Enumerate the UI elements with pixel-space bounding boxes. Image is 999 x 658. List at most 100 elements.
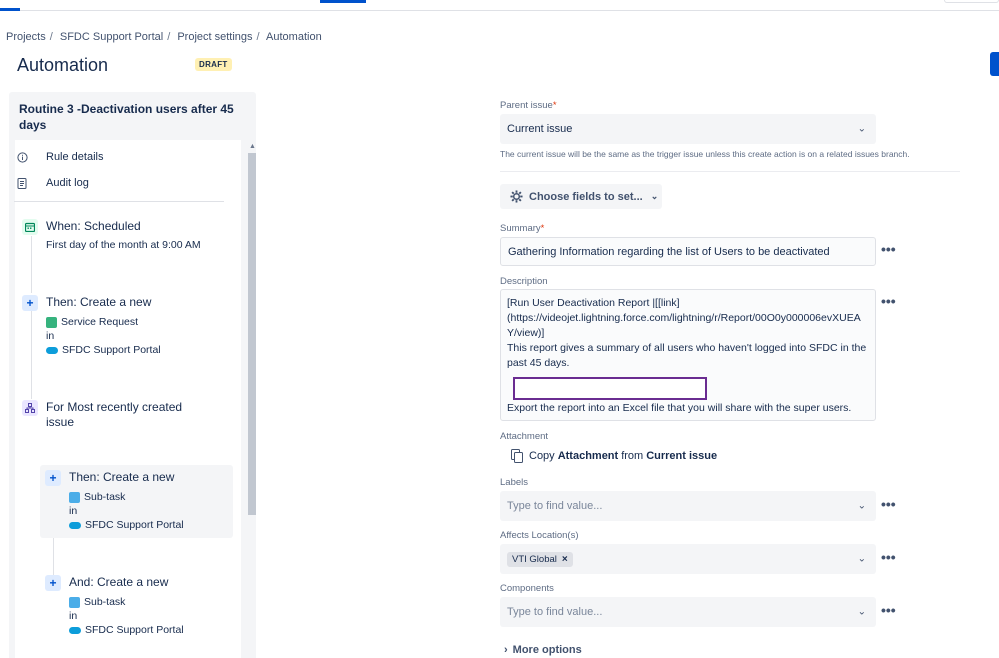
breadcrumb-project-settings[interactable]: Project settings — [177, 31, 252, 43]
components-select[interactable]: Type to find value... ⌄ — [500, 597, 876, 627]
description-label: Description — [500, 276, 548, 287]
nav-tab-indicator-active[interactable] — [320, 0, 366, 3]
nav-corner-button[interactable] — [944, 0, 999, 3]
location-chip-label: VTI Global — [512, 553, 557, 565]
copy-icon — [511, 449, 523, 463]
components-placeholder: Type to find value... — [507, 606, 603, 618]
summary-more-icon[interactable]: ••• — [881, 242, 896, 256]
gear-icon — [510, 190, 523, 203]
project-name: SFDC Support Portal — [62, 344, 161, 356]
rule-title: Routine 3 -Deactivation users after 45 d… — [19, 102, 234, 132]
trigger-step[interactable]: When: Scheduled First day of the month a… — [22, 219, 201, 252]
subtask-icon — [69, 491, 80, 503]
parent-issue-helper: The current issue will be the same as th… — [500, 149, 910, 159]
description-textarea[interactable]: [Run User Deactivation Report |[[link] (… — [500, 289, 876, 421]
section-divider — [500, 171, 960, 172]
issue-type: Sub-task — [84, 596, 126, 608]
breadcrumb-automation[interactable]: Automation — [266, 31, 322, 43]
description-line: Y/view)] — [507, 327, 545, 339]
calendar-icon — [22, 219, 38, 235]
parent-issue-label: Parent issue* — [500, 100, 557, 111]
info-icon — [16, 151, 28, 163]
attachment-from: from — [621, 450, 644, 462]
chevron-right-icon: › — [504, 644, 508, 656]
chevron-down-icon: ⌄ — [650, 191, 659, 201]
create-step-title: Then: Create a new — [46, 295, 152, 309]
issue-type: Service Request — [61, 316, 139, 328]
summary-label: Summary* — [500, 223, 545, 234]
components-more-icon[interactable]: ••• — [881, 603, 896, 617]
salesforce-cloud-icon — [69, 626, 81, 634]
salesforce-cloud-icon — [69, 521, 81, 529]
scrollbar-thumb[interactable] — [248, 153, 256, 515]
branch-step-title: For Most recently created issue — [46, 400, 183, 429]
subtask-icon — [69, 596, 80, 608]
project-name: SFDC Support Portal — [85, 519, 184, 531]
rule-details-item[interactable]: Rule details — [16, 151, 103, 163]
choose-fields-label: Choose fields to set... — [529, 190, 643, 203]
description-line: past 45 days. — [507, 357, 570, 369]
create-issue-step[interactable]: + Then: Create a new Service Request in … — [22, 295, 161, 357]
labels-more-icon[interactable]: ••• — [881, 497, 896, 511]
description-more-icon[interactable]: ••• — [881, 294, 896, 308]
parent-issue-select[interactable]: Current issue ⌄ — [500, 114, 876, 144]
chevron-down-icon: ⌄ — [857, 500, 866, 512]
document-icon — [16, 177, 28, 189]
project-name: SFDC Support Portal — [85, 624, 184, 636]
nav-tab-indicator[interactable] — [0, 8, 20, 11]
in-label: in — [46, 330, 55, 342]
description-line: This report gives a summary of all users… — [507, 342, 867, 354]
create-step-title: And: Create a new — [69, 575, 169, 589]
breadcrumb-projects[interactable]: Projects — [6, 31, 46, 43]
attachment-source: Current issue — [646, 450, 718, 462]
chevron-down-icon: ⌄ — [857, 553, 866, 565]
plus-icon: + — [45, 575, 61, 591]
chevron-down-icon: ⌄ — [857, 606, 866, 618]
audit-log-label: Audit log — [46, 177, 89, 189]
affects-location-more-icon[interactable]: ••• — [881, 550, 896, 564]
description-line: [Run User Deactivation Report |[[link] — [507, 297, 680, 309]
description-line: (https://videojet.lightning.force.com/li… — [507, 312, 861, 324]
create-subtask-step[interactable]: + And: Create a new Sub-task in SFDC Sup… — [45, 575, 184, 637]
plus-icon: + — [45, 470, 61, 486]
create-step-title: Then: Create a new — [69, 470, 175, 484]
remove-chip-icon[interactable]: × — [562, 554, 568, 565]
trigger-step-title: When: Scheduled — [46, 219, 141, 233]
affects-location-label: Affects Location(s) — [500, 530, 579, 541]
audit-log-item[interactable]: Audit log — [16, 177, 89, 189]
components-label: Components — [500, 583, 554, 594]
breadcrumb-project[interactable]: SFDC Support Portal — [60, 31, 163, 43]
more-options-label: More options — [512, 644, 582, 656]
breadcrumb: Projects / SFDC Support Portal / Project s… — [6, 31, 322, 43]
salesforce-cloud-icon — [46, 346, 58, 354]
labels-placeholder: Type to find value... — [507, 500, 603, 512]
issue-type: Sub-task — [84, 491, 126, 503]
menu-divider — [14, 201, 224, 202]
trigger-step-schedule: First day of the month at 9:00 AM — [46, 239, 201, 251]
attachment-copy-option[interactable]: Copy Attachment from Current issue — [511, 449, 720, 463]
choose-fields-button[interactable]: Choose fields to set... ⌄ — [500, 184, 662, 209]
publish-button[interactable] — [990, 52, 999, 76]
location-chip[interactable]: VTI Global × — [507, 551, 573, 567]
affects-location-select[interactable]: VTI Global × ⌄ — [500, 544, 876, 574]
chevron-down-icon: ⌄ — [857, 123, 866, 135]
attachment-prefix: Copy — [529, 450, 555, 462]
labels-select[interactable]: Type to find value... ⌄ — [500, 491, 876, 521]
attachment-label: Attachment — [500, 431, 549, 442]
branch-icon — [22, 400, 38, 416]
scroll-up-icon[interactable]: ▲ — [249, 143, 256, 150]
plus-icon: + — [22, 295, 38, 311]
create-subtask-step[interactable]: + Then: Create a new Sub-task in SFDC Su… — [45, 470, 184, 532]
branch-step[interactable]: For Most recently created issue — [22, 400, 192, 430]
in-label: in — [69, 505, 78, 517]
top-navigation — [0, 0, 999, 11]
summary-value: Gathering Information regarding the list… — [508, 245, 830, 258]
summary-input[interactable]: Gathering Information regarding the list… — [500, 237, 876, 266]
more-options-toggle[interactable]: › More options — [504, 644, 582, 656]
draft-badge: DRAFT — [195, 58, 232, 71]
labels-label: Labels — [500, 477, 528, 488]
description-line: Export the report into an Excel file tha… — [507, 402, 852, 414]
service-request-icon — [46, 316, 57, 328]
in-label: in — [69, 610, 78, 622]
page-title: Automation — [17, 55, 109, 75]
